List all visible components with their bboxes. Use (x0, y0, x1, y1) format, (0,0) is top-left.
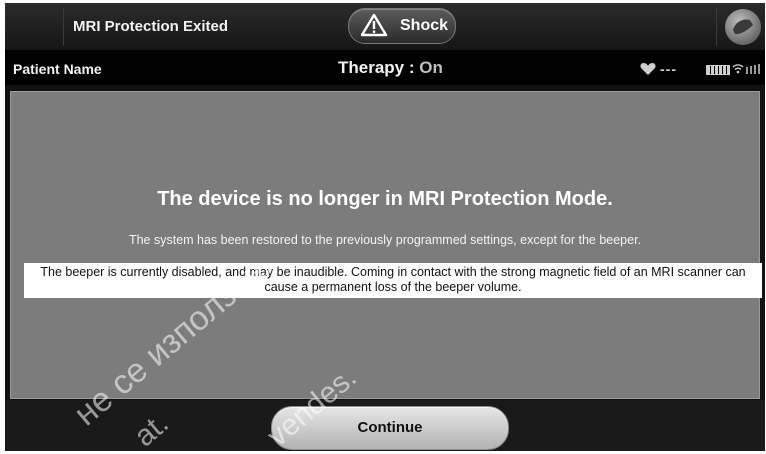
device-screen: MRI Protection Exited Shock Patient Name… (5, 3, 765, 451)
heart-rate-value: --- (660, 61, 677, 77)
header-title: MRI Protection Exited (73, 18, 229, 35)
therapy-label: Therapy : (338, 58, 415, 77)
signal-bars-icon (746, 64, 760, 74)
status-bar: Patient Name Therapy : On --- (5, 51, 765, 85)
dialog-message: The system has been restored to the prev… (128, 233, 642, 247)
footer-bar: Continue (5, 400, 765, 451)
patient-name-label: Patient Name (13, 61, 102, 77)
telemetry-icon (732, 64, 744, 74)
continue-button[interactable]: Continue (271, 406, 509, 450)
shock-button[interactable]: Shock (348, 8, 456, 44)
therapy-value: On (419, 58, 443, 77)
heart-icon (640, 63, 656, 75)
beeper-warning: The beeper is currently disabled, and ma… (24, 263, 762, 298)
header-divider-right (716, 8, 717, 46)
dialog-headline: The device is no longer in MRI Protectio… (157, 188, 613, 210)
therapy-status: Therapy : On (338, 58, 443, 78)
warning-triangle-icon (360, 13, 388, 37)
header-bar: MRI Protection Exited Shock (5, 3, 765, 51)
wand-icon (733, 19, 753, 35)
header-divider (63, 8, 64, 46)
mri-exit-dialog: The device is no longer in MRI Protectio… (10, 91, 762, 399)
shock-button-label: Shock (400, 17, 449, 34)
wand-button[interactable] (725, 9, 761, 45)
continue-button-label: Continue (357, 419, 423, 436)
battery-icon (706, 65, 730, 75)
